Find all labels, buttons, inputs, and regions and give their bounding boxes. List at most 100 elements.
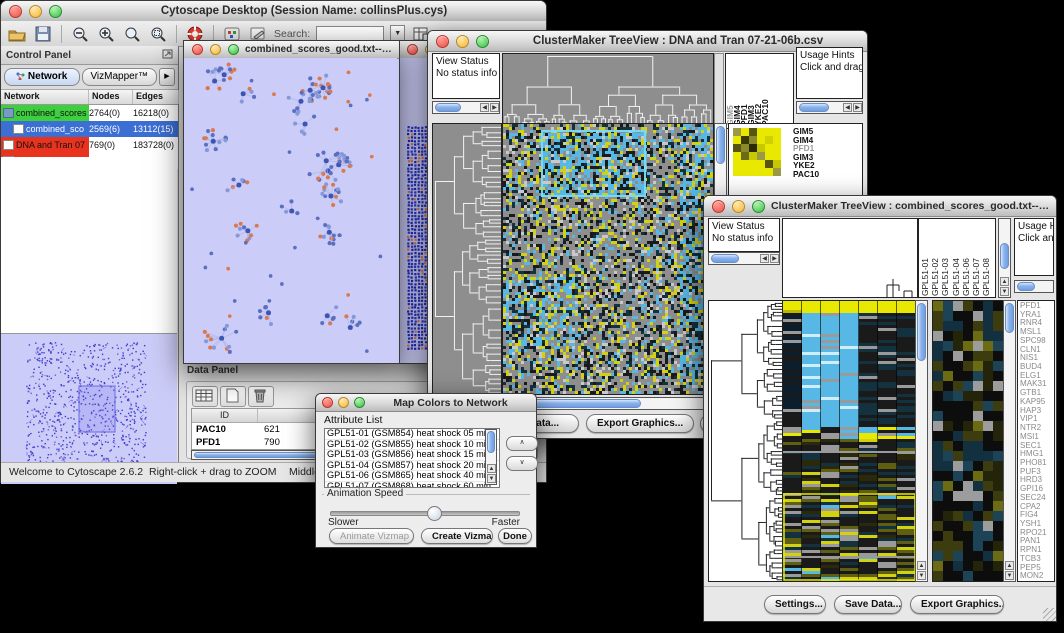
tv2-col-label[interactable]: GPL51-08 (GSM872) bbox=[981, 220, 991, 296]
zoom-fit-icon[interactable] bbox=[148, 25, 168, 43]
tab-vizmapper[interactable]: VizMapper™ bbox=[82, 68, 158, 86]
animate-vizmap-button: Animate Vizmap bbox=[329, 528, 414, 544]
id-column-header[interactable]: ID bbox=[192, 409, 258, 422]
tv2-column-dendrogram[interactable] bbox=[782, 218, 918, 298]
control-panel: Control Panel Network VizMapper™ ▶ Netwo… bbox=[1, 46, 179, 463]
tv1-col-label[interactable]: YKE2 bbox=[755, 56, 762, 126]
tv2-heatmap-vscrollbar[interactable]: ▲▼ bbox=[915, 300, 928, 582]
control-panel-title: Control Panel bbox=[6, 50, 71, 61]
open-icon[interactable] bbox=[7, 25, 27, 43]
tv2-gene-list: PFD1YRA1RNR4MSL1SPC98CLN1NIS1BUD4ELG1MAK… bbox=[1017, 300, 1055, 582]
tv2-usage-hints-panel: Usage Hi Click an bbox=[1014, 218, 1054, 276]
tv1-col-label[interactable]: GIM5 bbox=[727, 56, 734, 126]
minimize-button[interactable] bbox=[732, 200, 745, 213]
slower-label: Slower bbox=[328, 517, 359, 528]
tv1-column-dendrogram[interactable] bbox=[502, 53, 714, 129]
main-window-title: Cytoscape Desktop (Session Name: collins… bbox=[62, 5, 546, 17]
move-down-button[interactable]: ∨ bbox=[506, 456, 538, 471]
tv1-col-scroll-strip[interactable] bbox=[714, 53, 724, 129]
tv2-gene-label[interactable]: MON2 bbox=[1020, 572, 1054, 581]
tv1-status-scrollbar[interactable]: ◀▶ bbox=[432, 101, 500, 114]
tv2-settings-button[interactable]: Settings... bbox=[764, 595, 826, 614]
tv2-col-label[interactable]: GPL51-07 (GSM868) bbox=[971, 220, 981, 296]
network-table-row[interactable]: combined_sco 2569(6) 13112(15) bbox=[1, 121, 178, 137]
minimize-button[interactable] bbox=[456, 35, 469, 48]
network-table-row[interactable]: combined_scores 2764(0) 16218(0) bbox=[1, 105, 178, 121]
tv2-hints-scrollbar[interactable] bbox=[1014, 280, 1054, 293]
close-button[interactable] bbox=[192, 44, 203, 55]
attribute-select-icon[interactable] bbox=[192, 386, 218, 407]
tv2-row-dendrogram[interactable] bbox=[708, 300, 784, 582]
resize-grip[interactable] bbox=[1043, 608, 1056, 621]
zoom-selected-icon[interactable] bbox=[122, 25, 142, 43]
close-button[interactable] bbox=[407, 44, 418, 55]
tab-network[interactable]: Network bbox=[4, 68, 80, 86]
tv1-row-dendrogram[interactable] bbox=[432, 123, 502, 395]
tv2-col-label[interactable]: GPL51-02 (GSM855) bbox=[930, 220, 940, 296]
toolbar-separator bbox=[61, 25, 62, 43]
delete-attribute-icon[interactable] bbox=[248, 386, 274, 407]
zoom-out-icon[interactable] bbox=[70, 25, 90, 43]
move-up-button[interactable]: ∧ bbox=[506, 436, 538, 451]
tv1-gene-list: GIM5GIM4PFD1GIM3YKE2PAC10 bbox=[793, 127, 819, 179]
new-attribute-icon[interactable] bbox=[220, 386, 246, 407]
attribute-list-scrollbar[interactable]: ▲▼ bbox=[485, 429, 497, 485]
minimize-button[interactable] bbox=[29, 5, 42, 18]
tv1-hints-scrollbar[interactable]: ◀▶ bbox=[796, 101, 863, 114]
network-table-header: Network Nodes Edges bbox=[1, 90, 178, 105]
tv2-col-label[interactable]: GPL51-06 (GSM865) bbox=[961, 220, 971, 296]
zoom-button[interactable] bbox=[476, 35, 489, 48]
tv1-col-label[interactable]: GIM4 bbox=[734, 56, 741, 126]
attribute-list-item[interactable]: GPL51-01 (GSM854) heat shock 05 min bbox=[325, 429, 499, 440]
tv1-view-status-panel: View Status No status info f bbox=[432, 53, 500, 99]
dialog-title: Map Colors to Network bbox=[365, 397, 536, 409]
tv2-button-bar: Settings... Save Data... Export Graphics… bbox=[704, 586, 1056, 621]
tv1-col-label[interactable]: PAC10 bbox=[762, 56, 769, 126]
tv2-heatmap[interactable] bbox=[782, 300, 917, 582]
tab-overflow-button[interactable]: ▶ bbox=[159, 68, 175, 86]
minimize-button[interactable] bbox=[338, 397, 349, 408]
tv1-gene-label[interactable]: PAC10 bbox=[793, 170, 819, 179]
tv2-col-label[interactable]: GPL51-03 (GSM856) bbox=[940, 220, 950, 296]
tv2-save-data-button[interactable]: Save Data... bbox=[834, 595, 902, 614]
network-icon bbox=[3, 108, 14, 118]
zoom-button[interactable] bbox=[49, 5, 62, 18]
close-button[interactable] bbox=[436, 35, 449, 48]
close-button[interactable] bbox=[9, 5, 22, 18]
toolbar-separator bbox=[176, 25, 177, 43]
create-vizmap-button[interactable]: Create Vizmap bbox=[421, 528, 493, 544]
slider-thumb[interactable] bbox=[427, 506, 442, 521]
main-titlebar[interactable]: Cytoscape Desktop (Session Name: collins… bbox=[1, 1, 546, 22]
close-button[interactable] bbox=[712, 200, 725, 213]
network1-canvas[interactable] bbox=[184, 58, 397, 362]
zoom-in-icon[interactable] bbox=[96, 25, 116, 43]
tv1-correlation-matrix[interactable] bbox=[733, 128, 781, 176]
network-list-blank bbox=[1, 157, 177, 334]
tv2-status-scrollbar[interactable]: ◀▶ bbox=[708, 252, 780, 265]
zoom-button[interactable] bbox=[228, 44, 239, 55]
tv1-heatmap[interactable] bbox=[502, 123, 714, 395]
minimize-button[interactable] bbox=[210, 44, 221, 55]
tv1-col-label[interactable]: GIM3 bbox=[748, 56, 755, 126]
float-window-icon[interactable] bbox=[162, 49, 173, 62]
animation-speed-slider[interactable] bbox=[330, 511, 520, 516]
zoom-button[interactable] bbox=[354, 397, 365, 408]
tv1-col-label[interactable]: PFD1 bbox=[741, 56, 748, 126]
tv2-genelist-scrollbar[interactable]: ▲▼ bbox=[1003, 300, 1016, 582]
tv2-export-graphics-button[interactable]: Export Graphics... bbox=[910, 595, 1004, 614]
treeview2-window: ClusterMaker TreeView : combined_scores_… bbox=[703, 195, 1057, 622]
tv2-col-label[interactable]: GPL51-04 (GSM857) bbox=[951, 220, 961, 296]
close-button[interactable] bbox=[322, 397, 333, 408]
tv2-detail-heatmap[interactable] bbox=[932, 300, 1004, 582]
zoom-button[interactable] bbox=[752, 200, 765, 213]
tv1-export-graphics-button[interactable]: Export Graphics... bbox=[586, 414, 694, 433]
desktop: Cytoscape Desktop (Session Name: collins… bbox=[0, 0, 1064, 633]
dialog-titlebar[interactable]: Map Colors to Network bbox=[316, 394, 536, 412]
done-button[interactable]: Done bbox=[498, 528, 532, 544]
save-icon[interactable] bbox=[33, 25, 53, 43]
network-table-row[interactable]: DNA and Tran 07 769(0) 183728(0) bbox=[1, 137, 178, 153]
treeview2-titlebar[interactable]: ClusterMaker TreeView : combined_scores_… bbox=[704, 196, 1056, 217]
tv2-col-label[interactable]: GPL51-01 (GSM854) bbox=[920, 220, 930, 296]
network1-titlebar[interactable]: combined_scores_good.txt--cluste... bbox=[184, 41, 399, 59]
tv2-collabel-scrollbar[interactable]: ▲▼ bbox=[998, 218, 1011, 298]
